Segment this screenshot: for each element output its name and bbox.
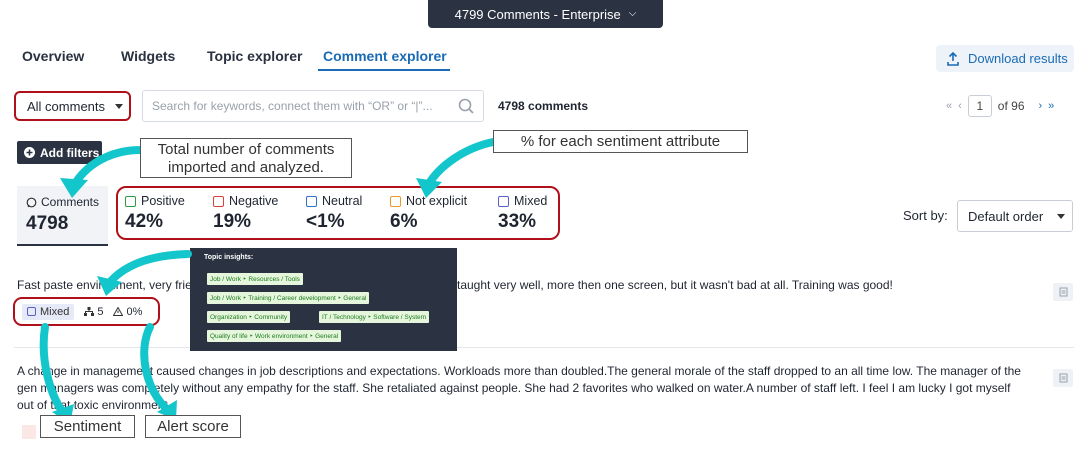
- annotation-arrows: [39, 138, 497, 424]
- annotation-alert-score: Alert score: [145, 415, 241, 438]
- annotation-total-comments: Total number of comments imported and an…: [140, 138, 352, 178]
- annotation-sentiment-percent: % for each sentiment attribute: [493, 130, 748, 153]
- annotation-sentiment: Sentiment: [40, 415, 135, 438]
